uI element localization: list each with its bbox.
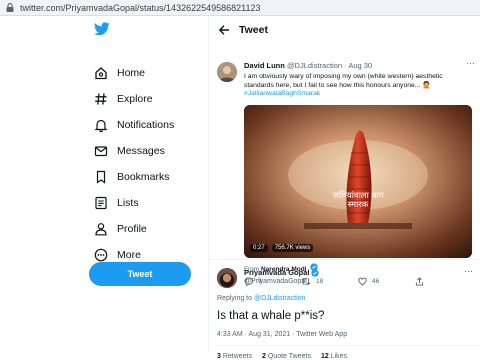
sidebar-item-label: Lists xyxy=(117,197,139,209)
video-badges: 0:27 756.7K views xyxy=(250,244,314,252)
page-title: Tweet xyxy=(239,24,268,36)
retweets-stat[interactable]: 3 Retweets xyxy=(217,353,252,360)
list-icon xyxy=(94,196,108,210)
tweet-date[interactable]: Aug 30 xyxy=(348,61,372,70)
tweet-button[interactable]: Tweet xyxy=(89,262,191,286)
tweet-text: I am obviously wary of imposing my own (… xyxy=(244,73,443,89)
sidebar-item-bookmarks[interactable]: Bookmarks xyxy=(94,167,170,187)
author-name[interactable]: David Lunn xyxy=(244,61,285,70)
replying-to-link[interactable]: @DJLdistraction xyxy=(254,295,305,302)
quoted-tweet-header: David Lunn @DJLdistraction · Aug 30 xyxy=(244,61,372,70)
sidebar-item-label: More xyxy=(117,249,141,261)
hashtag-icon xyxy=(94,92,108,106)
verified-badge-icon xyxy=(311,268,320,277)
author-handle[interactable]: @PriyamvadaGopal xyxy=(244,278,307,285)
twitter-app: Home Explore Notifications Messages Book… xyxy=(0,16,480,360)
tweet-detail-column: Tweet David Lunn @DJLdistraction · Aug 3… xyxy=(208,16,480,360)
sidebar-item-lists[interactable]: Lists xyxy=(94,193,139,213)
video-views: 756.7K views xyxy=(271,244,314,252)
envelope-icon xyxy=(94,144,108,158)
url-text: twitter.com/PriyamvadaGopal/status/14326… xyxy=(20,2,261,13)
sidebar-item-home[interactable]: Home xyxy=(94,63,145,83)
sidebar-item-label: Explore xyxy=(117,93,153,105)
like-action[interactable]: 46 xyxy=(358,276,415,286)
sidebar-item-notifications[interactable]: Notifications xyxy=(94,115,174,135)
tweet-stats: 3 Retweets 2 Quote Tweets 12 Likes xyxy=(217,353,347,360)
likes-stat[interactable]: 12 Likes xyxy=(321,353,347,360)
tweet-timestamp[interactable]: 4:33 AM · Aug 31, 2021 · Twitter Web App xyxy=(217,331,347,338)
quoted-tweet[interactable]: David Lunn @DJLdistraction · Aug 30 ··· … xyxy=(209,44,480,286)
author-name[interactable]: Priyamvada Gopal xyxy=(244,268,309,277)
retweet-count: 18 xyxy=(316,277,324,285)
heart-icon xyxy=(358,277,367,286)
replying-to: Replying to @DJLdistraction xyxy=(217,295,305,302)
bell-icon xyxy=(94,118,108,132)
video-duration: 0:27 xyxy=(250,244,268,252)
like-count: 46 xyxy=(372,277,380,285)
browser-address-bar[interactable]: twitter.com/PriyamvadaGopal/status/14326… xyxy=(0,0,480,16)
divider xyxy=(217,345,480,346)
sidebar-item-label: Bookmarks xyxy=(117,171,170,183)
back-arrow-icon[interactable] xyxy=(217,23,231,37)
share-action[interactable] xyxy=(415,276,472,286)
sidebar-item-label: Home xyxy=(117,67,146,79)
video-thumbnail-art xyxy=(244,105,472,258)
separator-dot: · xyxy=(344,61,347,70)
sidebar-item-label: Notifications xyxy=(117,119,175,131)
twitter-bird-icon[interactable] xyxy=(93,22,110,36)
avatar[interactable] xyxy=(217,268,237,288)
sidebar-item-label: Messages xyxy=(117,145,165,157)
bookmark-icon xyxy=(94,170,108,184)
sidebar-item-profile[interactable]: Profile xyxy=(94,219,147,239)
column-header: Tweet xyxy=(209,16,480,44)
video-overlay-text: जलियांवाला बाग स्मारक xyxy=(332,191,384,210)
retweet-action[interactable]: 18 xyxy=(301,276,358,286)
hashtag-link[interactable]: #JallianwalaBaghSmarak xyxy=(244,90,320,97)
tweet-text: Is that a whale p**is? xyxy=(217,310,325,322)
sidebar-item-explore[interactable]: Explore xyxy=(94,89,153,109)
author-handle[interactable]: @DJLdistraction xyxy=(287,61,342,70)
more-circle-icon xyxy=(94,248,108,262)
person-icon xyxy=(94,222,108,236)
avatar[interactable] xyxy=(217,62,237,82)
quote-tweets-stat[interactable]: 2 Quote Tweets xyxy=(262,353,311,360)
replying-prefix: Replying to xyxy=(217,295,253,302)
more-options-icon[interactable]: ··· xyxy=(464,266,473,276)
sidebar-item-label: Profile xyxy=(117,223,147,235)
lock-icon xyxy=(6,3,14,12)
share-icon xyxy=(415,276,424,286)
home-icon xyxy=(94,66,108,80)
video-player[interactable]: जलियांवाला बाग स्मारक 0:27 756.7K views xyxy=(244,105,472,258)
author-name-row: Priyamvada Gopal xyxy=(244,268,320,277)
more-options-icon[interactable]: ··· xyxy=(466,58,475,68)
sidebar: Home Explore Notifications Messages Book… xyxy=(0,16,208,352)
sidebar-item-messages[interactable]: Messages xyxy=(94,141,165,161)
